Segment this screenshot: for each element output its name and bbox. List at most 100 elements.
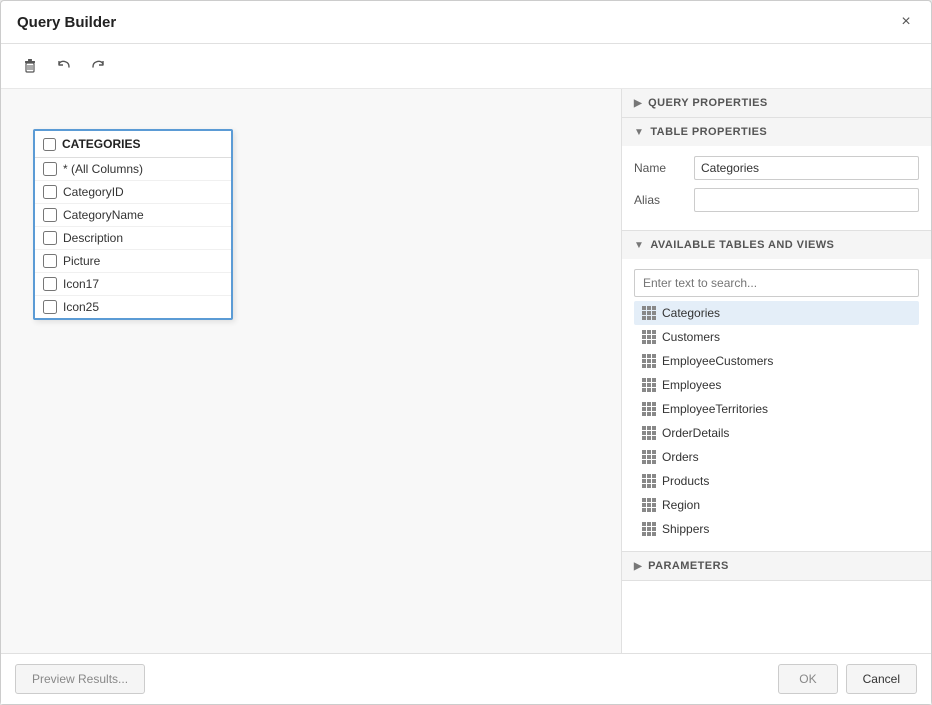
tables-search-input[interactable]: [634, 269, 919, 297]
table-row: CategoryName: [35, 204, 231, 227]
undo-icon: [56, 58, 72, 74]
table-list-item-label: Customers: [662, 330, 720, 344]
table-row: Icon17: [35, 273, 231, 296]
table-properties-body: Name Alias: [622, 146, 931, 230]
grid-icon: [642, 306, 656, 320]
query-properties-label: QUERY PROPERTIES: [648, 97, 768, 109]
table-list-item[interactable]: EmployeeCustomers: [634, 349, 919, 373]
table-row: Icon25: [35, 296, 231, 318]
grid-icon: [642, 498, 656, 512]
table-row: Description: [35, 227, 231, 250]
table-list-item-label: OrderDetails: [662, 426, 729, 440]
table-list-item-label: Shippers: [662, 522, 709, 536]
alias-row: Alias: [634, 188, 919, 212]
row-label: Picture: [63, 254, 100, 268]
dialog-footer: Preview Results... OK Cancel: [1, 653, 931, 704]
table-list-item[interactable]: Shippers: [634, 517, 919, 541]
alias-input[interactable]: [694, 188, 919, 212]
table-list-item-label: EmployeeTerritories: [662, 402, 768, 416]
delete-icon: [22, 58, 38, 74]
row-checkbox[interactable]: [43, 300, 57, 314]
preview-button[interactable]: Preview Results...: [15, 664, 145, 694]
footer-left: Preview Results...: [15, 664, 145, 694]
parameters-section: ▶ PARAMETERS: [622, 552, 931, 581]
table-list-item-label: Orders: [662, 450, 699, 464]
table-widget-title: CATEGORIES: [62, 137, 140, 151]
table-row: Picture: [35, 250, 231, 273]
query-properties-toggle: ▶: [634, 98, 642, 109]
table-rows-container: * (All Columns) CategoryID CategoryName Des…: [35, 158, 231, 318]
table-header-checkbox[interactable]: [43, 138, 56, 151]
row-checkbox[interactable]: [43, 254, 57, 268]
close-button[interactable]: ×: [895, 11, 917, 33]
query-builder-dialog: Query Builder ×: [0, 0, 932, 705]
row-checkbox[interactable]: [43, 231, 57, 245]
table-list-item[interactable]: EmployeeTerritories: [634, 397, 919, 421]
table-widget-header: CATEGORIES: [35, 131, 231, 158]
name-row: Name: [634, 156, 919, 180]
footer-right: OK Cancel: [778, 664, 917, 694]
grid-icon: [642, 450, 656, 464]
redo-button[interactable]: [83, 52, 113, 80]
table-properties-section: ▼ TABLE PROPERTIES Name Alias: [622, 118, 931, 231]
row-checkbox[interactable]: [43, 185, 57, 199]
table-list-item-label: EmployeeCustomers: [662, 354, 773, 368]
table-list-item-label: Employees: [662, 378, 721, 392]
row-checkbox[interactable]: [43, 277, 57, 291]
grid-icon: [642, 378, 656, 392]
available-tables-section: ▼ AVAILABLE TABLES AND VIEWS CategoriesC…: [622, 231, 931, 552]
right-panel: ▶ QUERY PROPERTIES ▼ TABLE PROPERTIES Na…: [621, 89, 931, 653]
query-properties-header[interactable]: ▶ QUERY PROPERTIES: [622, 89, 931, 117]
row-label: CategoryID: [63, 185, 124, 199]
table-list-item[interactable]: Employees: [634, 373, 919, 397]
row-label: * (All Columns): [63, 162, 143, 176]
table-list-item[interactable]: OrderDetails: [634, 421, 919, 445]
table-list-item[interactable]: Orders: [634, 445, 919, 469]
tables-list: Categories Customers EmployeeCustomers Empl…: [634, 301, 919, 541]
name-label: Name: [634, 161, 694, 175]
name-input[interactable]: [694, 156, 919, 180]
toolbar: [1, 44, 931, 89]
row-checkbox[interactable]: [43, 208, 57, 222]
grid-icon: [642, 354, 656, 368]
grid-icon: [642, 426, 656, 440]
table-widget-categories[interactable]: CATEGORIES * (All Columns) CategoryID Cate…: [33, 129, 233, 320]
table-list-item[interactable]: Customers: [634, 325, 919, 349]
parameters-toggle: ▶: [634, 561, 642, 572]
grid-icon: [642, 474, 656, 488]
main-content: CATEGORIES * (All Columns) CategoryID Cate…: [1, 89, 931, 653]
undo-button[interactable]: [49, 52, 79, 80]
grid-icon: [642, 522, 656, 536]
cancel-button[interactable]: Cancel: [846, 664, 917, 694]
table-list-item-label: Region: [662, 498, 700, 512]
available-tables-body: Categories Customers EmployeeCustomers Empl…: [622, 259, 931, 551]
table-properties-toggle: ▼: [634, 127, 644, 138]
table-properties-header[interactable]: ▼ TABLE PROPERTIES: [622, 118, 931, 146]
ok-button[interactable]: OK: [778, 664, 837, 694]
available-tables-toggle: ▼: [634, 240, 644, 251]
grid-icon: [642, 330, 656, 344]
parameters-label: PARAMETERS: [648, 560, 729, 572]
titlebar: Query Builder ×: [1, 1, 931, 44]
grid-icon: [642, 402, 656, 416]
table-list-item[interactable]: Region: [634, 493, 919, 517]
dialog-title: Query Builder: [17, 14, 116, 31]
available-tables-label: AVAILABLE TABLES AND VIEWS: [650, 239, 834, 251]
table-list-item[interactable]: Products: [634, 469, 919, 493]
delete-button[interactable]: [15, 52, 45, 80]
row-checkbox[interactable]: [43, 162, 57, 176]
row-label: Icon25: [63, 300, 99, 314]
table-list-item-label: Categories: [662, 306, 720, 320]
query-properties-section: ▶ QUERY PROPERTIES: [622, 89, 931, 118]
available-tables-header[interactable]: ▼ AVAILABLE TABLES AND VIEWS: [622, 231, 931, 259]
redo-icon: [90, 58, 106, 74]
row-label: CategoryName: [63, 208, 144, 222]
alias-label: Alias: [634, 193, 694, 207]
parameters-header[interactable]: ▶ PARAMETERS: [622, 552, 931, 580]
row-label: Icon17: [63, 277, 99, 291]
canvas-area[interactable]: CATEGORIES * (All Columns) CategoryID Cate…: [1, 89, 621, 653]
table-properties-label: TABLE PROPERTIES: [650, 126, 767, 138]
table-list-item[interactable]: Categories: [634, 301, 919, 325]
table-row: CategoryID: [35, 181, 231, 204]
table-list-item-label: Products: [662, 474, 709, 488]
